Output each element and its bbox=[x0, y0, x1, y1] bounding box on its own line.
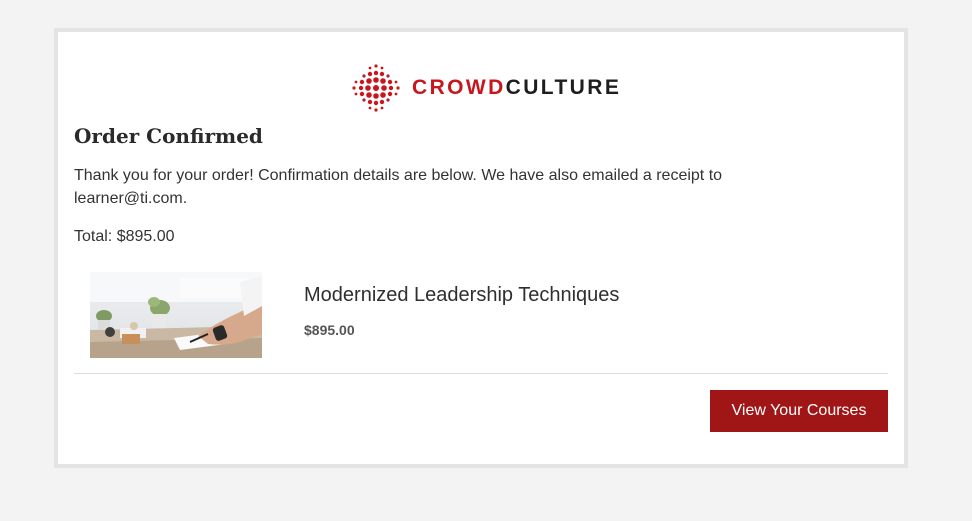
order-total: Total: $895.00 bbox=[74, 228, 175, 245]
order-item: Modernized Leadership Techniques $895.00 bbox=[90, 272, 890, 358]
brand-name: CROWDCULTURE bbox=[412, 76, 621, 100]
brand-name-crowd: CROWD bbox=[412, 76, 506, 99]
view-your-courses-button[interactable]: View Your Courses bbox=[710, 390, 888, 432]
burst-dots-logo-icon bbox=[352, 64, 400, 112]
page-title: Order Confirmed bbox=[74, 124, 263, 148]
divider bbox=[74, 373, 888, 374]
order-confirmation-card: CROWDCULTURE Order Confirmed Thank you f… bbox=[54, 28, 908, 468]
crowdculture-logo: CROWDCULTURE bbox=[350, 60, 621, 116]
brand-name-culture: CULTURE bbox=[505, 76, 622, 99]
course-thumbnail-image bbox=[90, 272, 262, 358]
course-title: Modernized Leadership Techniques bbox=[304, 284, 620, 306]
course-price: $895.00 bbox=[304, 322, 355, 338]
confirmation-message: Thank you for your order! Confirmation d… bbox=[74, 167, 723, 207]
